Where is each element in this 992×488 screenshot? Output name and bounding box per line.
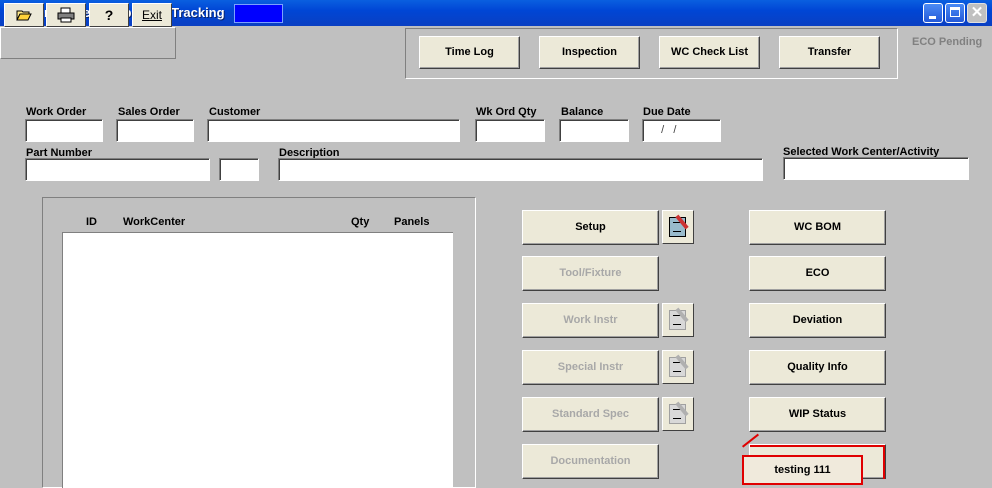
work-instr-button[interactable]: Work Instr [522, 303, 659, 338]
maximize-button[interactable] [945, 3, 965, 23]
inspection-button[interactable]: Inspection [539, 36, 640, 69]
customer-label: Customer [209, 106, 261, 118]
printer-icon [57, 7, 75, 23]
deviation-button[interactable]: Deviation [749, 303, 886, 338]
sales-order-field[interactable] [116, 119, 194, 142]
testing-label-box[interactable]: testing 111 [742, 455, 863, 485]
part-rev-field[interactable] [219, 158, 259, 181]
balance-field[interactable] [559, 119, 629, 142]
help-button[interactable]: ? [89, 3, 129, 27]
minimize-icon [929, 16, 936, 19]
column-header-qty: Qty [351, 216, 370, 228]
quality-info-button[interactable]: Quality Info [749, 350, 886, 385]
wc-bom-button[interactable]: WC BOM [749, 210, 886, 245]
open-button[interactable] [4, 3, 44, 27]
wk-ord-qty-field[interactable] [475, 119, 545, 142]
part-number-field[interactable] [25, 158, 210, 181]
work-instr-doc-button[interactable] [662, 303, 694, 337]
time-log-button[interactable]: Time Log [419, 36, 520, 69]
description-field[interactable] [278, 158, 763, 181]
print-button[interactable] [46, 3, 86, 27]
eco-button[interactable]: ECO [749, 256, 886, 291]
wip-status-button[interactable]: WIP Status [749, 397, 886, 432]
help-icon: ? [104, 7, 114, 23]
setup-doc-button[interactable] [662, 210, 694, 244]
folder-open-icon [16, 10, 32, 21]
sales-order-label: Sales Order [118, 106, 180, 118]
close-button[interactable]: ✕ [967, 3, 987, 23]
wc-check-list-button[interactable]: WC Check List [659, 36, 760, 69]
work-order-field[interactable] [25, 119, 103, 142]
work-order-label: Work Order [26, 106, 87, 118]
setup-button[interactable]: Setup [522, 210, 659, 245]
eco-pending-label: ECO Pending [912, 36, 983, 48]
standard-spec-doc-button[interactable] [662, 397, 694, 431]
title-blue-box [234, 4, 283, 23]
balance-label: Balance [561, 106, 604, 118]
toolbar [0, 27, 176, 59]
wk-ord-qty-label: Wk Ord Qty [476, 106, 537, 118]
due-date-label: Due Date [643, 106, 691, 118]
tool-fixture-button[interactable]: Tool/Fixture [522, 256, 659, 291]
due-date-field[interactable]: / / [642, 119, 721, 142]
standard-spec-button[interactable]: Standard Spec [522, 397, 659, 432]
special-instr-doc-button[interactable] [662, 350, 694, 384]
documentation-button[interactable]: Documentation [522, 444, 659, 479]
exit-button[interactable]: Exit [132, 3, 172, 27]
column-header-panels: Panels [394, 216, 430, 228]
transfer-button[interactable]: Transfer [779, 36, 880, 69]
exit-label: Exit [141, 8, 162, 22]
column-header-id: ID [86, 216, 97, 228]
maximize-icon [950, 7, 960, 17]
minimize-button[interactable] [923, 3, 943, 23]
column-header-workcenter: WorkCenter [123, 216, 186, 228]
selected-wc-field[interactable] [783, 157, 969, 180]
workcenter-list[interactable] [62, 232, 453, 488]
customer-field[interactable] [207, 119, 460, 142]
close-icon: ✕ [970, 4, 984, 21]
special-instr-button[interactable]: Special Instr [522, 350, 659, 385]
